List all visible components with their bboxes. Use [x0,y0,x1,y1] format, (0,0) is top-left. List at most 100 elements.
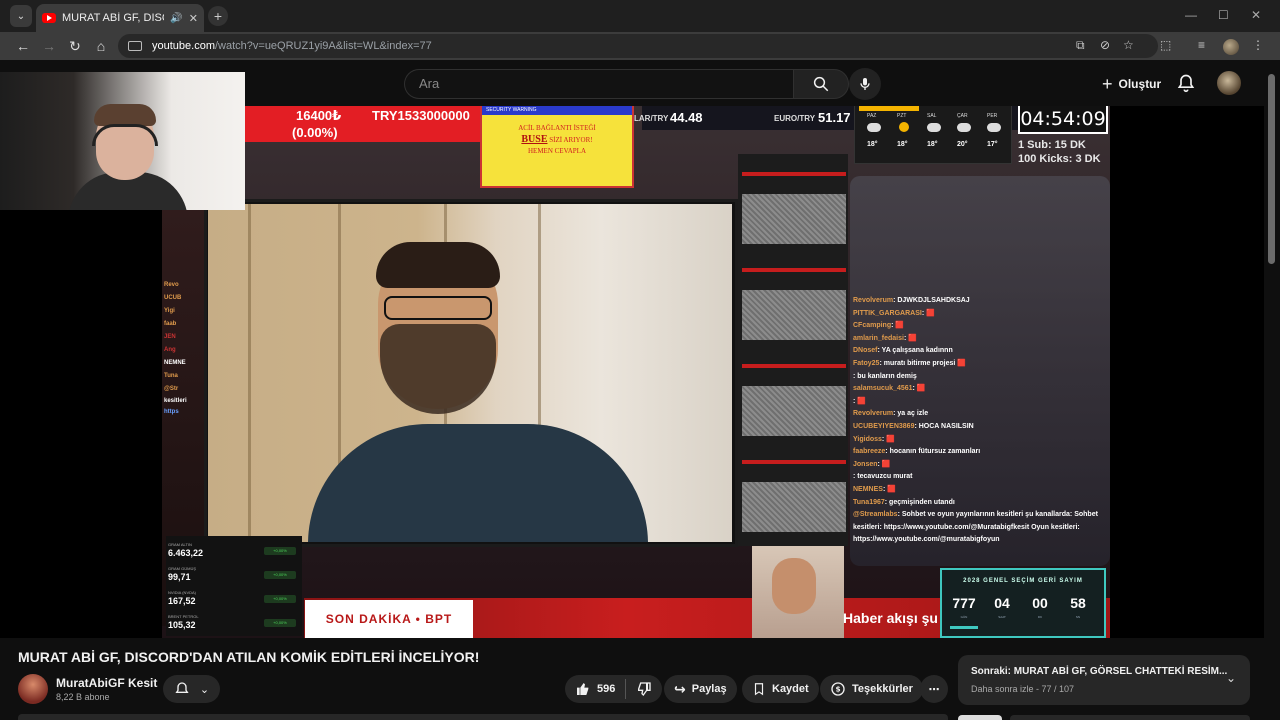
channel-avatar[interactable] [18,674,48,704]
sun-icon [899,122,909,132]
microphone-icon [860,78,870,90]
maximize-icon[interactable]: ☐ [1218,8,1229,22]
chat-text: : bu kanların demiş [853,372,917,380]
search-input[interactable]: Ara [404,69,794,99]
tab-search-button[interactable]: ⌄ [10,5,32,27]
search-button[interactable] [793,69,849,99]
eye-off-icon[interactable]: ⊘ [1100,38,1110,52]
new-tab-button[interactable]: + [208,6,228,26]
bell-icon [175,682,189,693]
chat-username: amlarin_fedaisi [853,334,904,342]
stock-pct: +0,00% [264,619,296,627]
weather-header-strip [859,106,919,111]
countdown-seconds: 58 [1070,595,1086,611]
like-count[interactable]: 596 [597,683,615,695]
more-actions-button[interactable]: ⋯ [920,675,948,703]
thumbs-up-icon[interactable] [575,681,591,697]
warning-title-bar: SECURITY WARNING [482,106,632,115]
share-icon: ↪ [674,680,686,697]
guest-person [308,424,648,542]
chat-message: CFcamping: 🟥 [853,320,1108,333]
share-button[interactable]: ↪ Paylaş [664,675,737,703]
chat-message: : 🟥 [853,396,1108,409]
create-button[interactable]: + Oluştur [1094,70,1169,98]
address-bar[interactable]: youtube.com/watch?v=ueQRUZ1yi9A&list=WL&… [118,34,1158,58]
stock-label: BRENT PETROL [168,614,199,619]
chat-message: : tecavuzcu murat [853,471,1108,484]
share-label: Paylaş [691,683,727,695]
reload-icon[interactable]: ↻ [66,37,84,55]
left-chat-name: @Str [164,386,179,392]
left-chat-name: NEMNE [164,360,186,366]
media-control-icon[interactable]: ≡ [1198,38,1205,52]
weather-day: PAZ [867,113,877,119]
chat-username: PITTIK_GARGARASI [853,309,922,317]
headset-icon [92,124,158,146]
stock-value: 99,71 [168,572,191,582]
chevron-down-icon[interactable]: ⌄ [1226,671,1236,685]
chip-all[interactable] [958,715,1002,720]
bookmark-star-icon[interactable]: ☆ [1123,38,1134,52]
svg-text:$: $ [835,685,840,694]
video-frame: Revo UCUB Yigi faab JEN Ang NEMNE Tuna @… [162,106,1110,638]
voice-search-button[interactable] [849,68,881,100]
chat-username: faabreeze [853,448,886,456]
save-button[interactable]: Kaydet [742,675,819,703]
chat-text: : ya aç izle [893,410,929,418]
chip-row[interactable] [1010,715,1250,720]
thumbs-down-icon[interactable] [636,681,652,697]
minimize-icon[interactable]: — [1185,8,1197,22]
account-avatar[interactable] [1217,71,1241,95]
weather-widget: PAZ PZT SAL ÇAR PER 18° 18° 18° 20° 17° [854,106,1012,164]
browser-tab-active[interactable]: MURAT ABİ GF, DISCORD'DAN 🔊 ✕ [36,4,204,32]
stock-pct: +0,00% [264,571,296,579]
site-info-icon[interactable] [128,41,142,51]
chat-message: Jonsen: 🟥 [853,459,1108,472]
close-tab-icon[interactable]: ✕ [189,12,198,25]
sub-goal-2: 100 Kicks: 3 DK [1018,153,1101,165]
url-path: /watch?v=ueQRUZ1yi9A&list=WL&index=77 [214,40,432,52]
ticker-price: 16400₺ [296,108,342,123]
weather-temp: 17° [987,141,998,148]
close-window-icon[interactable]: ✕ [1251,8,1261,22]
stock-widget: GRAM ALTIN 6.463,22 +0,00% GRAM GÜMÜŞ 99… [166,536,302,636]
ticker-pct: (0.00%) [292,125,338,140]
warning-line-2: SİZİ ARIYOR! [549,136,593,144]
stock-pct: +0,00% [264,547,296,555]
stream-timer: 04:54:09 [1018,106,1108,134]
chat-text: : hocanın fütursuz zamanları [885,448,981,456]
back-icon[interactable]: ← [14,37,32,55]
left-chat-name: Ang [164,347,176,353]
browser-menu-icon[interactable]: ⋮ [1252,38,1264,52]
channel-name[interactable]: MuratAbiGF Kesit [56,676,157,690]
chat-text: : 🟥 [903,334,917,342]
left-chat-name: Tuna [164,373,178,379]
home-icon[interactable]: ⌂ [92,37,110,55]
countdown-progress [950,626,978,629]
chat-text: : 🟥 [891,322,905,330]
subscribed-button[interactable]: ⌄ [163,675,220,703]
countdown-label: GÜN [960,615,968,619]
countdown-label: SAAT [998,615,1006,619]
scrollbar-thumb[interactable] [1268,74,1275,264]
weather-temp: 18° [867,141,878,148]
chat-message: PITTIK_GARGARASI: 🟥 [853,308,1108,321]
chat-text: : 🟥 [882,485,896,493]
chat-text: https://www.youtube.com/@muratabigfoyun [853,536,1000,544]
up-next-card[interactable]: Sonraki: MURAT ABİ GF, GÖRSEL CHATTEKİ R… [958,655,1250,705]
thanks-button[interactable]: $ Teşekkürler [820,675,923,703]
left-chat-name: https [164,409,179,415]
chat-text: : 🟥 [853,397,866,405]
chat-text: : 🟥 [881,435,895,443]
youtube-favicon-icon [42,13,56,23]
install-app-icon[interactable]: ⧉ [1076,38,1085,53]
chat-message: Tuna1967: geçmişinden utandı [853,497,1108,510]
comment-area-edge [18,714,948,720]
dollar-icon: $ [831,682,845,696]
browser-profile-avatar[interactable] [1223,39,1239,55]
notifications-bell-icon[interactable] [1176,73,1196,93]
speaker-icon[interactable]: 🔊 [170,13,182,24]
forward-icon[interactable]: → [40,37,58,55]
extensions-icon[interactable]: ⬚ [1160,38,1171,52]
like-dislike-group: 596 [565,675,663,703]
